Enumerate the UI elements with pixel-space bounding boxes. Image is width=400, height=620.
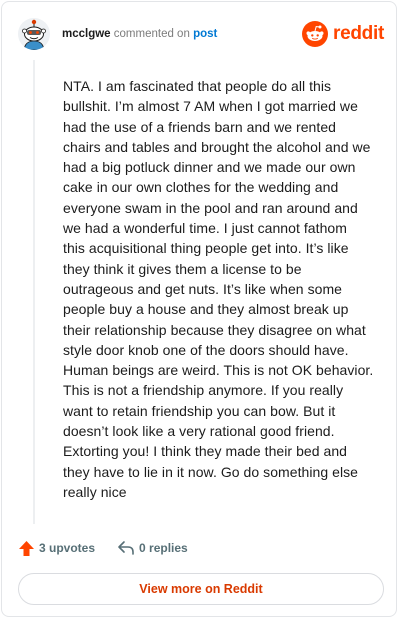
upvote-count: 3 upvotes: [39, 541, 96, 555]
view-more-button[interactable]: View more on Reddit: [18, 573, 384, 605]
reddit-brand[interactable]: reddit: [302, 21, 384, 47]
comment-actions: 3 upvotes 0 replies: [18, 536, 188, 560]
user-avatar[interactable]: [18, 18, 50, 50]
action-text: commented on: [113, 28, 190, 40]
reply-button[interactable]: 0 replies: [117, 540, 188, 556]
brand-wordmark: reddit: [333, 23, 384, 44]
comment-card: mcclgwe commented on post reddit NTA. I …: [1, 1, 397, 617]
upvote-button[interactable]: 3 upvotes: [18, 540, 95, 557]
upvote-arrow-icon: [19, 540, 34, 556]
reddit-logo-icon: [302, 21, 329, 47]
comment-header: mcclgwe commented on post reddit: [18, 18, 384, 52]
username-link[interactable]: mcclgwe: [62, 28, 111, 40]
snoo-avatar-icon: [18, 18, 50, 50]
thread-line: [33, 60, 35, 524]
post-link[interactable]: post: [193, 28, 217, 40]
comment-body: NTA. I am fascinated that people do all …: [63, 78, 374, 500]
reply-count: 0 replies: [139, 541, 188, 555]
reply-arrow-icon: [118, 541, 134, 555]
comment-meta: mcclgwe commented on post: [62, 27, 217, 41]
